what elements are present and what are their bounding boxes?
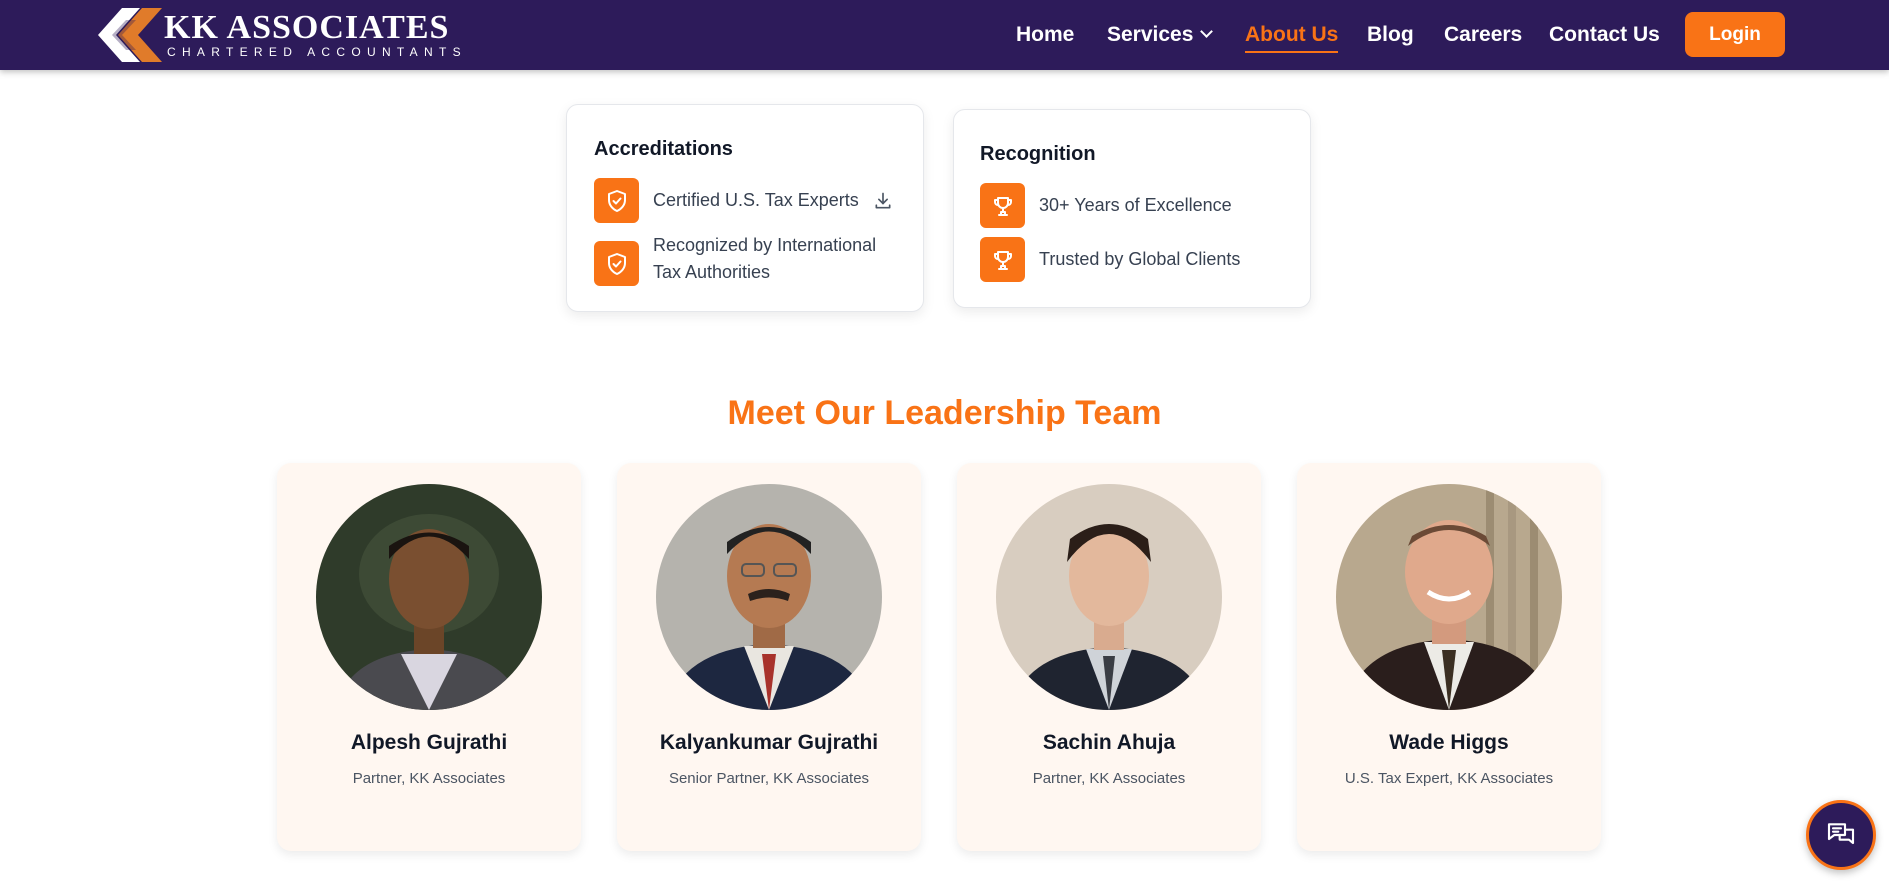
member-role: U.S. Tax Expert, KK Associates	[1344, 770, 1554, 787]
recognition-text: 30+ Years of Excellence	[1039, 195, 1232, 215]
accreditation-text: Certified U.S. Tax Experts	[653, 190, 859, 210]
member-photo	[1336, 484, 1562, 710]
recognition-item: 30+ Years of Excellence	[980, 183, 1232, 228]
member-photo	[996, 484, 1222, 710]
recognition-card: Recognition 30+ Years of Excellence Trus…	[953, 109, 1311, 308]
accreditations-title: Accreditations	[594, 138, 733, 160]
team-member-card: Sachin Ahuja Partner, KK Associates	[957, 463, 1261, 851]
accreditations-card: Accreditations Certified U.S. Tax Expert…	[566, 104, 924, 312]
team-section-title: Meet Our Leadership Team	[727, 394, 1162, 432]
trophy-icon	[980, 237, 1025, 282]
login-button[interactable]: Login	[1685, 12, 1785, 57]
recognition-title: Recognition	[980, 143, 1096, 165]
recognition-item: Trusted by Global Clients	[980, 237, 1240, 282]
chat-bubbles-icon	[1827, 823, 1855, 845]
team-member-card: Wade Higgs U.S. Tax Expert, KK Associate…	[1297, 463, 1601, 851]
accreditation-item: Recognized by International Tax Authorit…	[594, 232, 893, 286]
team-member-card: Kalyankumar Gujrathi Senior Partner, KK …	[617, 463, 921, 851]
chevron-down-icon	[1200, 25, 1214, 38]
trophy-icon	[980, 183, 1025, 228]
nav-home[interactable]: Home	[1016, 22, 1074, 48]
member-name: Kalyankumar Gujrathi	[659, 731, 879, 754]
nav-contact-us[interactable]: Contact Us	[1549, 22, 1660, 48]
member-photo	[656, 484, 882, 710]
nav-blog[interactable]: Blog	[1367, 22, 1414, 48]
member-name: Sachin Ahuja	[1042, 731, 1176, 754]
download-icon[interactable]	[873, 191, 893, 211]
recognition-text: Trusted by Global Clients	[1039, 249, 1241, 269]
chat-button[interactable]	[1806, 800, 1876, 870]
top-navbar: KK ASSOCIATES CHARTERED ACCOUNTANTS Home…	[0, 0, 1889, 70]
main-nav: Home Services About Us Blog Careers Cont…	[0, 0, 1889, 70]
member-role: Senior Partner, KK Associates	[668, 770, 870, 787]
nav-services-label: Services	[1107, 23, 1194, 46]
team-member-card: Alpesh Gujrathi Partner, KK Associates	[277, 463, 581, 851]
member-name: Wade Higgs	[1389, 731, 1509, 754]
member-name: Alpesh Gujrathi	[350, 731, 508, 754]
accreditation-item: Certified U.S. Tax Experts	[594, 178, 893, 223]
shield-check-icon	[594, 178, 639, 223]
accreditation-text: Recognized by International Tax Authorit…	[653, 235, 877, 282]
member-photo	[316, 484, 542, 710]
nav-careers[interactable]: Careers	[1444, 22, 1522, 48]
member-role: Partner, KK Associates	[352, 770, 506, 787]
member-role: Partner, KK Associates	[1032, 770, 1186, 787]
shield-check-icon	[594, 241, 639, 286]
nav-services[interactable]: Services	[1107, 22, 1214, 48]
nav-about-us[interactable]: About Us	[1245, 22, 1339, 53]
